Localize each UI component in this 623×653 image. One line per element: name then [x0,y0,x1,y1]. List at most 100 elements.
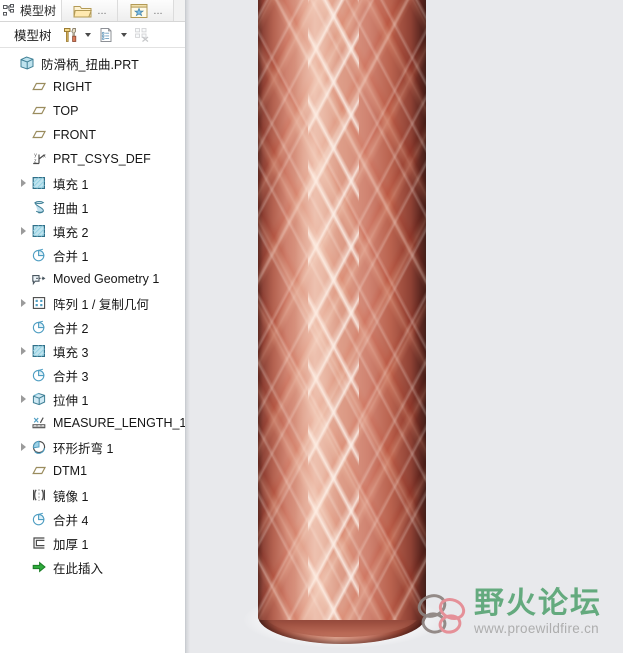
tree-row-label: 合并 1 [53,249,89,264]
tree-row[interactable]: y z x PRT_CSYS_DEF [0,147,185,171]
tree-row-label: Moved Geometry 1 [53,272,160,286]
tree-row-label: 拉伸 1 [53,393,89,408]
tree-row[interactable]: 防滑柄_扭曲.PRT [0,51,185,75]
expand-arrow-placeholder [16,459,30,483]
tree-columns-button[interactable] [96,24,116,46]
tree-row-label: 在此插入 [53,561,104,576]
tree-row-label: RIGHT [53,80,92,94]
model-tree-panel: 模型树 ... ... 模型树 防滑柄_扭曲.PRT RIGHT TOP FRO… [0,0,186,653]
tree-row[interactable]: DTM1 [0,459,185,483]
datum-plane-icon [30,102,48,120]
expand-arrow-placeholder [16,75,30,99]
tree-hierarchy-icon [3,4,16,17]
tree-row[interactable]: 合并 3 [0,363,185,387]
merge-icon [30,318,48,336]
diamond-knurl-pattern [258,0,426,620]
folder-open-icon [72,2,94,20]
tree-row[interactable]: 填充 2 [0,219,185,243]
tree-row[interactable]: 在此插入 [0,555,185,579]
pattern-icon [30,294,48,312]
merge-icon [30,510,48,528]
settings-overflow-dots[interactable]: ... [153,5,162,16]
tools-dropdown-caret[interactable] [82,24,94,46]
settings-star-button[interactable]: ... [118,0,175,21]
tree-row[interactable]: 填充 1 [0,171,185,195]
expand-arrow-icon[interactable] [16,387,30,411]
model-tree-list[interactable]: 防滑柄_扭曲.PRT RIGHT TOP FRONT y z x PRT_CSYS_DEF 填充… [0,48,185,653]
expand-arrow-icon[interactable] [16,219,30,243]
star-window-icon [128,2,150,20]
folder-overflow-dots[interactable]: ... [97,5,106,16]
insert-here-arrow-icon [30,558,48,576]
toroidal-bend-icon [30,438,48,456]
knurled-handle-model[interactable] [244,0,442,648]
filter-grid-icon [134,27,148,42]
expand-arrow-placeholder [16,507,30,531]
watermark-title: 野火论坛 [474,586,602,622]
model-tree-toolbar-label: 模型树 [14,29,52,43]
tree-row-label: 填充 3 [53,345,89,360]
tree-columns-dropdown-caret[interactable] [118,24,130,46]
viewport-edge-shade [186,0,190,653]
graphics-window[interactable]: 野火论坛 www.proewildfire.cn [186,0,623,653]
tab-model-tree[interactable]: 模型树 [0,0,63,21]
tab-model-tree-label: 模型树 [20,4,57,18]
expand-arrow-placeholder [4,51,18,75]
expand-arrow-icon[interactable] [16,171,30,195]
cylinder-body [258,0,426,620]
application-window: 模型树 ... ... 模型树 防滑柄_扭曲.PRT RIGHT TOP FRO… [0,0,623,653]
tree-row[interactable]: 扭曲 1 [0,195,185,219]
tree-row[interactable]: 环形折弯 1 [0,435,185,459]
model-tree-toolbar: 模型树 [0,22,185,48]
panel-tab-strip: 模型树 ... ... [0,0,185,22]
tree-row[interactable]: FRONT [0,123,185,147]
datum-plane-icon [30,462,48,480]
merge-icon [30,366,48,384]
forum-watermark: 野火论坛 www.proewildfire.cn [412,577,617,647]
tools-button[interactable] [60,24,80,46]
tree-row-label: DTM1 [53,464,88,478]
tree-row[interactable]: TOP [0,99,185,123]
tree-row[interactable]: MEASURE_LENGTH_1 [0,411,185,435]
tree-row-label: TOP [53,104,79,118]
tree-row-label: 合并 3 [53,369,89,384]
expand-arrow-placeholder [16,315,30,339]
tree-row-label: 镜像 1 [53,489,89,504]
tree-row-label: 填充 2 [53,225,89,240]
expand-arrow-icon[interactable] [16,435,30,459]
merge-icon [30,246,48,264]
tree-row-label: 合并 2 [53,321,89,336]
document-list-icon [100,27,112,42]
tree-row[interactable]: 合并 1 [0,243,185,267]
open-folder-button[interactable]: ... [62,0,119,21]
tree-row-label: 加厚 1 [53,537,89,552]
expand-arrow-placeholder [16,99,30,123]
hammer-screwdriver-icon [63,27,76,42]
expand-arrow-icon[interactable] [16,339,30,363]
tree-row[interactable]: 阵列 1 / 复制几何 [0,291,185,315]
watermark-url: www.proewildfire.cn [474,620,599,636]
coordinate-system-icon: yzx [30,150,48,168]
tree-row[interactable]: 合并 2 [0,315,185,339]
tree-row[interactable]: 加厚 1 [0,531,185,555]
expand-arrow-placeholder [16,363,30,387]
fill-surface-icon [30,342,48,360]
tree-row[interactable]: 拉伸 1 [0,387,185,411]
expand-arrow-placeholder [16,147,30,171]
expand-arrow-placeholder [16,411,30,435]
tree-row-label: PRT_CSYS_DEF [53,152,151,166]
tree-row-label: 环形折弯 1 [53,441,114,456]
tree-row-label: 合并 4 [53,513,89,528]
tree-row[interactable]: Moved Geometry 1 [0,267,185,291]
tree-row[interactable]: RIGHT [0,75,185,99]
tree-row-label: 阵列 1 / 复制几何 [53,297,149,312]
tree-row[interactable]: 镜像 1 [0,483,185,507]
twist-icon [30,198,48,216]
expand-arrow-icon[interactable] [16,291,30,315]
fill-surface-icon [30,174,48,192]
tree-row[interactable]: 合并 4 [0,507,185,531]
tree-row-label: 扭曲 1 [53,201,89,216]
expand-arrow-placeholder [16,243,30,267]
expand-arrow-placeholder [16,483,30,507]
tree-row[interactable]: 填充 3 [0,339,185,363]
